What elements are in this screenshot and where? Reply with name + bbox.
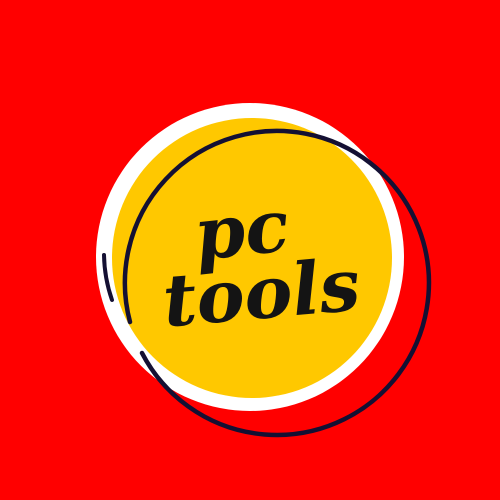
logo-canvas: pc tools	[0, 0, 500, 500]
logo-graphic: pc tools	[0, 0, 500, 500]
logo-text-tools: tools	[159, 242, 363, 344]
